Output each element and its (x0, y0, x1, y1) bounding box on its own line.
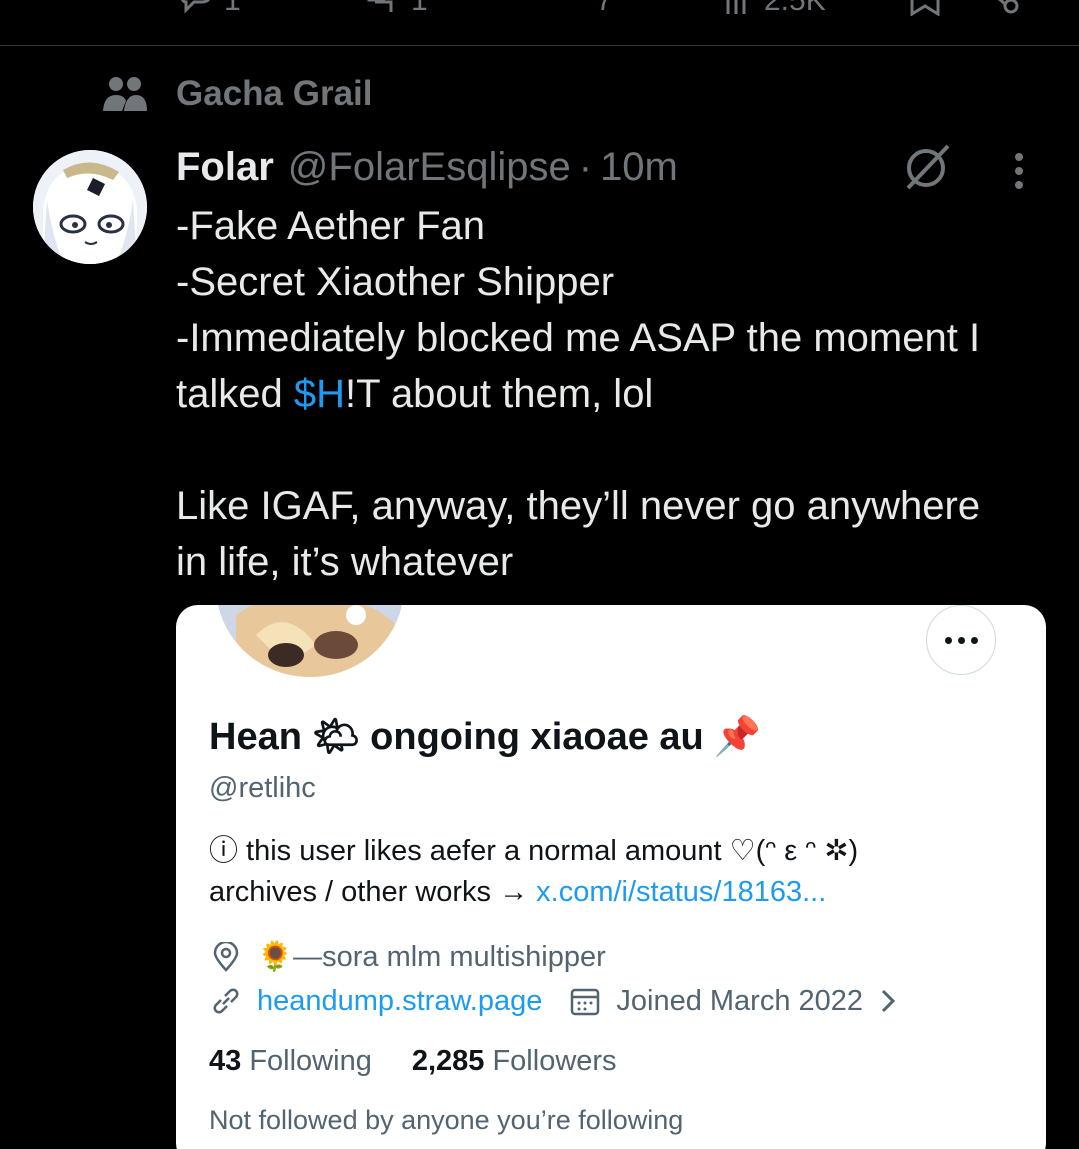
tweet-timestamp[interactable]: 10m (600, 145, 678, 190)
not-followed-note: Not followed by anyone you’re following (209, 1105, 684, 1135)
card-handle: @retlihc (209, 772, 316, 804)
tweet-screen: 1 1 7 2.5K Gacha Grail Folar @FolarEsqli… (0, 0, 1079, 1149)
author-avatar[interactable] (33, 150, 147, 264)
bio-link: x.com/i/status/18163... (536, 876, 827, 908)
display-name-rest: ongoing xiaoae au (370, 715, 704, 758)
reply-count: 1 (224, 0, 241, 17)
heart-icon (550, 0, 586, 16)
avatar-image (33, 150, 147, 264)
tweet-text: -Fake Aether Fan -Secret Xiaother Shippe… (176, 198, 1056, 590)
cashtag-link[interactable]: $H (294, 372, 345, 416)
bio-line: ⓘ this user likes aefer a normal amount … (209, 835, 859, 867)
profile-card-image[interactable]: Hean 🌤 ongoing xiaoae au 📌 @retlihc ⓘ th… (176, 605, 1046, 1149)
tweet-action-bar: 1 1 7 2.5K (0, 0, 1079, 46)
tweet-text-fragment: talked (176, 372, 294, 416)
pushpin-emoji: 📌 (713, 716, 762, 758)
bio-text: archives / other works → (209, 876, 537, 908)
views-icon (726, 0, 746, 14)
joined-date: Joined March 2022 (616, 984, 864, 1017)
followers-label: Followers (492, 1045, 617, 1077)
community-context[interactable]: Gacha Grail (102, 74, 372, 114)
community-name: Gacha Grail (176, 74, 373, 113)
link-icon (209, 986, 243, 1016)
card-bio: ⓘ this user likes aefer a normal amount … (209, 831, 858, 913)
grok-button[interactable] (902, 140, 954, 197)
like-button[interactable]: 7 (550, 0, 613, 17)
followers-stat: 2,285 Followers (412, 1045, 617, 1078)
repost-button[interactable]: 1 (365, 0, 428, 17)
share-icon (998, 0, 1019, 14)
author-name[interactable]: Folar (176, 145, 274, 190)
more-vertical-icon (1015, 153, 1023, 189)
card-more-button[interactable] (926, 605, 996, 675)
location-pin-icon (209, 942, 243, 972)
reply-button[interactable]: 1 (178, 0, 241, 17)
tweet-line: -Immediately blocked me ASAP the moment … (176, 316, 981, 360)
following-count: 43 (209, 1045, 242, 1077)
tweet-text-fragment: !T about them, lol (345, 372, 654, 416)
profile-picture (216, 605, 404, 677)
dot (970, 636, 978, 644)
following-stat: 43 Following (209, 1045, 372, 1078)
sun-behind-cloud-emoji: 🌤 (311, 716, 361, 758)
chevron-right-icon (871, 988, 905, 1014)
author-handle[interactable]: @FolarEsqlipse (288, 145, 571, 190)
tweet-line: -Fake Aether Fan (176, 204, 486, 248)
tweet-line: talked $H!T about them, lol (176, 366, 1056, 422)
share-button[interactable] (985, 0, 1021, 16)
website-link: heandump.straw.page (257, 984, 543, 1017)
separator-dot: · (578, 145, 593, 189)
tweet-line: in life, it’s whatever (176, 540, 514, 584)
profile-picture-art (216, 605, 404, 677)
repost-icon (367, 0, 393, 12)
reply-icon (181, 0, 210, 14)
bookmark-icon (910, 0, 940, 16)
dot (957, 636, 965, 644)
location-text: 🌻—sora mlm multishipper (257, 941, 606, 973)
bio-line: archives / other works → x.com/i/status/… (209, 872, 858, 913)
views-count: 2.5K (764, 0, 826, 17)
tweet-more-button[interactable] (1012, 152, 1026, 195)
grok-icon (906, 144, 950, 190)
repost-count: 1 (411, 0, 428, 17)
community-icon (103, 77, 147, 111)
card-meta: 🌻—sora mlm multishipper heandump.straw.p… (209, 935, 919, 1023)
following-label: Following (249, 1045, 372, 1077)
tweet-header: Folar @FolarEsqlipse · 10m (176, 145, 678, 190)
card-display-name: Hean 🌤 ongoing xiaoae au 📌 (209, 715, 771, 759)
bookmark-button[interactable] (908, 0, 942, 16)
like-count: 7 (596, 0, 613, 17)
website-joined-row: heandump.straw.page Joined March 2022 (209, 979, 919, 1023)
location-row: 🌻—sora mlm multishipper (209, 935, 919, 979)
display-name-first: Hean (209, 715, 302, 758)
calendar-icon (568, 986, 602, 1016)
tweet-line: Like IGAF, anyway, they’ll never go anyw… (176, 484, 981, 528)
tweet-line: -Secret Xiaother Shipper (176, 260, 615, 304)
views-button[interactable]: 2.5K (724, 0, 826, 17)
followers-count: 2,285 (411, 1045, 485, 1077)
dot (944, 636, 952, 644)
follow-counts: 43 Following 2,285 Followers (209, 1045, 617, 1078)
